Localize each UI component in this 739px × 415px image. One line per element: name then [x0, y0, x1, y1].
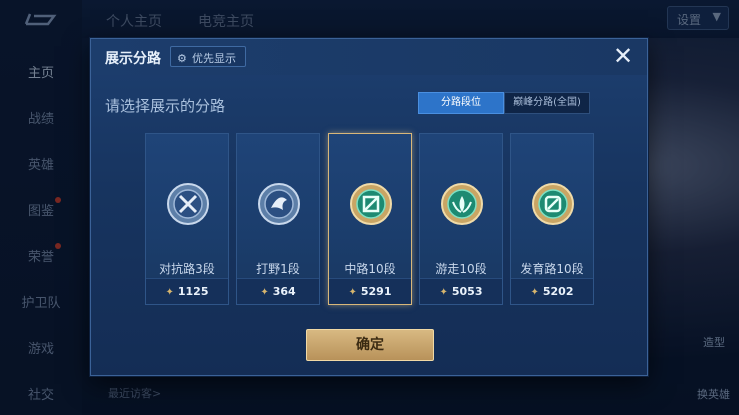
lane-name: 打野1段	[256, 262, 300, 276]
lane-name: 游走10段	[435, 262, 487, 276]
farm-lane-icon	[532, 183, 574, 225]
gear-icon: ⚙	[177, 52, 187, 65]
modal-header: 展示分路 ⚙ 优先显示 ✕	[91, 39, 647, 75]
clash-lane-icon	[167, 183, 209, 225]
lane-card-jungle[interactable]: 打野1段 ✦ 364	[236, 133, 320, 305]
priority-display-button[interactable]: ⚙ 优先显示	[170, 46, 246, 67]
selection-prompt: 请选择展示的分路	[105, 97, 226, 115]
mid-lane-icon	[350, 183, 392, 225]
roam-icon	[441, 183, 483, 225]
tab-lane-rank[interactable]: 分路段位	[418, 92, 504, 114]
confirm-button[interactable]: 确定	[306, 329, 434, 361]
score-value: 364	[272, 285, 296, 298]
rank-wing-icon: ✦	[530, 287, 539, 298]
lane-card-farm[interactable]: 发育路10段 ✦ 5202	[510, 133, 594, 305]
lane-card-clash[interactable]: 对抗路3段 ✦ 1125	[145, 133, 229, 305]
priority-label: 优先显示	[192, 52, 236, 65]
lane-name: 发育路10段	[520, 262, 584, 276]
lane-name: 中路10段	[344, 262, 396, 276]
lane-score: ✦ 5202	[511, 278, 593, 304]
lane-card-mid[interactable]: 中路10段 ✦ 5291	[328, 133, 412, 305]
score-value: 5053	[451, 285, 483, 298]
rank-wing-icon: ✦	[165, 287, 174, 298]
lane-card-roam[interactable]: 游走10段 ✦ 5053	[419, 133, 503, 305]
lane-score: ✦ 5053	[420, 278, 502, 304]
lane-display-modal: 展示分路 ⚙ 优先显示 ✕ 请选择展示的分路 分路段位 巅峰分路(全国) 对抗路3…	[90, 38, 648, 376]
score-value: 1125	[177, 285, 209, 298]
lane-score: ✦ 364	[237, 278, 319, 304]
score-value: 5291	[360, 285, 392, 298]
rank-wing-icon: ✦	[260, 287, 269, 298]
rank-wing-icon: ✦	[439, 287, 448, 298]
lane-score: ✦ 5291	[329, 278, 411, 304]
score-value: 5202	[542, 285, 574, 298]
close-icon[interactable]: ✕	[611, 44, 635, 69]
lane-name: 对抗路3段	[159, 262, 215, 276]
jungle-icon	[258, 183, 300, 225]
rank-wing-icon: ✦	[348, 287, 357, 298]
modal-title: 展示分路	[105, 51, 161, 67]
lane-score: ✦ 1125	[146, 278, 228, 304]
tab-peak-lane[interactable]: 巅峰分路(全国)	[504, 92, 590, 114]
